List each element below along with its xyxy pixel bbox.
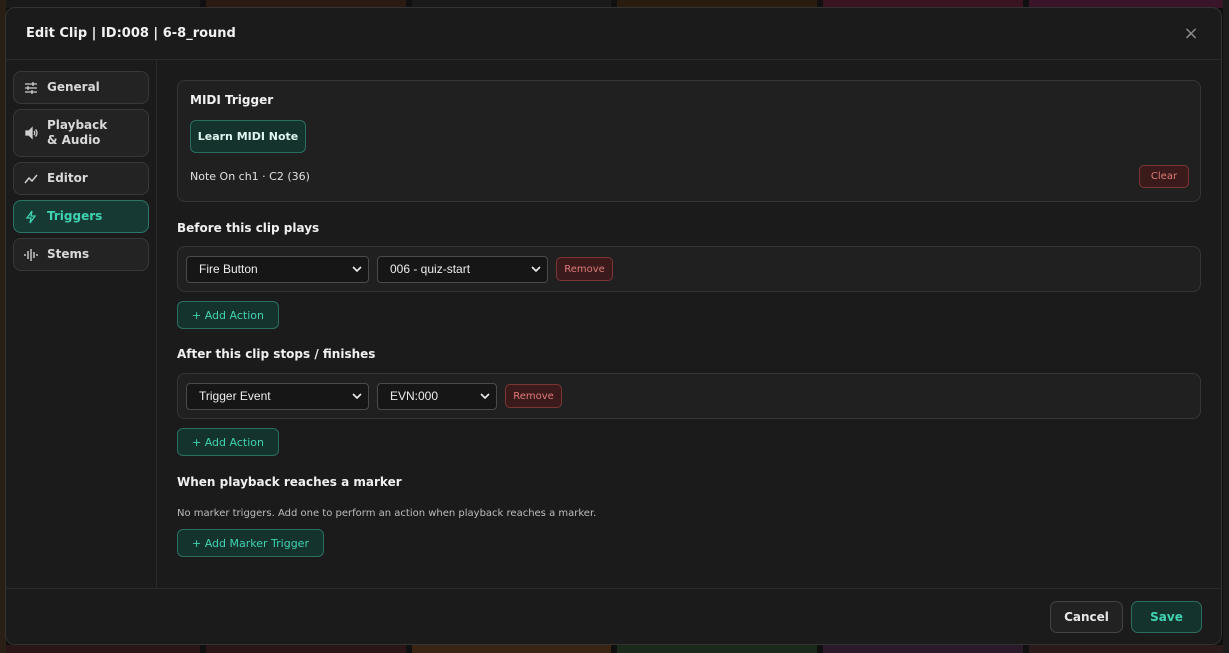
content-scrollbar[interactable] <box>1215 60 1221 588</box>
before-action-row: Fire Button 006 - quiz-start Remove <box>177 246 1201 292</box>
triggers-panel: MIDI Trigger Learn MIDI Note Note On ch1… <box>157 60 1221 588</box>
save-button[interactable]: Save <box>1131 600 1202 633</box>
edit-clip-dialog: Edit Clip | ID:008 | 6-8_round × General… <box>5 7 1222 645</box>
sidebar-item-label: Editor <box>47 171 88 185</box>
after-action-row: Trigger Event EVN:000 Remove <box>177 373 1201 419</box>
select-value: Trigger Event <box>199 389 271 403</box>
dialog-title: Edit Clip | ID:008 | 6-8_round <box>26 26 236 41</box>
sidebar-item-general[interactable]: General <box>13 71 149 104</box>
chevron-down-icon <box>352 266 362 273</box>
midi-note-value: Note On ch1 · C2 (36) <box>190 170 310 183</box>
select-value: EVN:000 <box>390 389 439 403</box>
lightning-icon <box>25 210 37 223</box>
chevron-down-icon <box>531 266 541 273</box>
sidebar-item-editor[interactable]: Editor <box>13 162 149 195</box>
sidebar-item-playback-audio[interactable]: Playback & Audio <box>13 109 149 157</box>
add-after-action-button[interactable]: + Add Action <box>177 428 279 456</box>
close-icon[interactable]: × <box>1181 23 1201 44</box>
background-right-edge <box>1223 0 1229 653</box>
after-section-title: After this clip stops / finishes <box>177 347 376 361</box>
sidebar-item-label: General <box>47 80 100 94</box>
background-clip-strip-bottom <box>0 645 1229 653</box>
select-value: Fire Button <box>199 262 258 276</box>
sidebar-item-stems[interactable]: Stems <box>13 238 149 271</box>
settings-sidebar: General Playback & Audio Editor Triggers <box>6 60 157 588</box>
after-action-target-select[interactable]: EVN:000 <box>377 382 497 410</box>
sidebar-item-label: Triggers <box>47 209 103 223</box>
waveform-icon <box>24 248 38 261</box>
add-before-action-button[interactable]: + Add Action <box>177 301 279 329</box>
sidebar-item-label: Playback & Audio <box>47 118 108 147</box>
sidebar-item-label: Stems <box>47 247 90 261</box>
add-marker-trigger-button[interactable]: + Add Marker Trigger <box>177 529 324 557</box>
remove-after-action-button[interactable]: Remove <box>505 384 562 408</box>
midi-trigger-card: MIDI Trigger Learn MIDI Note Note On ch1… <box>177 80 1201 202</box>
learn-midi-note-button[interactable]: Learn MIDI Note <box>190 120 306 153</box>
dialog-body: General Playback & Audio Editor Triggers <box>6 60 1221 588</box>
speaker-icon <box>25 126 38 140</box>
chevron-down-icon <box>480 393 490 400</box>
cancel-button[interactable]: Cancel <box>1050 600 1123 633</box>
sliders-icon <box>25 81 37 94</box>
marker-empty-hint: No marker triggers. Add one to perform a… <box>177 508 597 519</box>
line-chart-icon <box>24 174 38 183</box>
select-value: 006 - quiz-start <box>390 262 471 276</box>
dialog-header: Edit Clip | ID:008 | 6-8_round × <box>6 8 1221 60</box>
after-action-type-select[interactable]: Trigger Event <box>186 382 369 410</box>
before-section-title: Before this clip plays <box>177 221 320 235</box>
marker-section-title: When playback reaches a marker <box>177 475 402 489</box>
sidebar-item-triggers[interactable]: Triggers <box>13 200 149 233</box>
clear-midi-button[interactable]: Clear <box>1139 165 1189 188</box>
midi-trigger-title: MIDI Trigger <box>190 93 274 107</box>
before-action-type-select[interactable]: Fire Button <box>186 255 369 283</box>
before-action-target-select[interactable]: 006 - quiz-start <box>377 255 548 283</box>
chevron-down-icon <box>352 393 362 400</box>
remove-before-action-button[interactable]: Remove <box>556 257 613 281</box>
dialog-footer: Cancel Save <box>6 588 1221 644</box>
